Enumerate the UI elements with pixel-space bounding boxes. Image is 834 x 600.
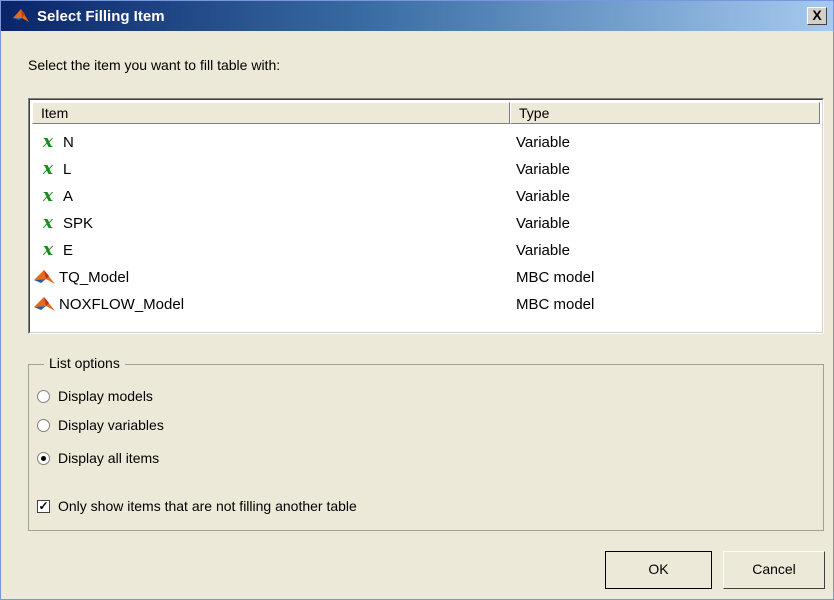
radio-label: Display variables	[58, 417, 164, 433]
item-type: Variable	[516, 214, 570, 232]
item-type: Variable	[516, 160, 570, 178]
dialog-window: Select Filling Item X Select the item yo…	[0, 0, 834, 600]
item-type: MBC model	[516, 268, 595, 286]
only-unfilled-checkbox[interactable]: ✓ Only show items that are not filling a…	[37, 498, 357, 514]
item-name: NOXFLOW_Model	[59, 295, 185, 313]
item-name: SPK	[63, 214, 94, 232]
list-item[interactable]: xA Variable	[33, 183, 819, 209]
matlab-model-icon	[34, 270, 55, 284]
items-list[interactable]: Item Type xN Variable xL Variable xA Var…	[28, 98, 824, 334]
variable-icon: x	[42, 159, 54, 179]
radio-display-models[interactable]: Display models	[37, 388, 153, 404]
list-item[interactable]: x SPK Variable	[33, 210, 819, 236]
variable-icon: x	[42, 186, 54, 206]
title-bar[interactable]: Select Filling Item X	[1, 1, 833, 31]
variable-icon: x	[42, 132, 54, 152]
item-name: N	[63, 133, 74, 151]
list-item[interactable]: xE Variable	[33, 237, 819, 263]
item-name: TQ_Model	[59, 268, 130, 286]
radio-display-all-items[interactable]: Display all items	[37, 450, 159, 466]
item-name: E	[63, 241, 74, 259]
radio-button[interactable]	[37, 389, 50, 403]
radio-label: Display models	[58, 388, 153, 404]
item-type: MBC model	[516, 295, 595, 313]
radio-button-selected[interactable]	[37, 451, 50, 465]
variable-icon: x	[42, 240, 54, 260]
item-name: A	[63, 187, 74, 205]
radio-display-variables[interactable]: Display variables	[37, 417, 164, 433]
item-type: Variable	[516, 187, 570, 205]
list-item[interactable]: xN Variable	[33, 129, 819, 155]
matlab-logo-icon	[13, 9, 29, 22]
window-title: Select Filling Item	[37, 7, 165, 25]
column-header-type[interactable]: Type	[510, 102, 820, 124]
variable-icon: x	[42, 213, 54, 233]
item-type: Variable	[516, 241, 570, 259]
radio-label: Display all items	[58, 450, 160, 466]
item-name: L	[63, 160, 72, 178]
column-header-item[interactable]: Item	[32, 102, 510, 124]
list-options-title: List options	[44, 355, 125, 371]
radio-button[interactable]	[37, 418, 50, 432]
close-button[interactable]: X	[807, 7, 827, 25]
list-item[interactable]: TQ_Model MBC model	[33, 264, 819, 290]
checkbox-label: Only show items that are not filling ano…	[58, 498, 357, 514]
checkbox-checked[interactable]: ✓	[37, 499, 50, 513]
cancel-button[interactable]: Cancel	[723, 551, 825, 589]
item-type: Variable	[516, 133, 570, 151]
list-header: Item Type	[32, 102, 820, 124]
ok-button[interactable]: OK	[605, 551, 712, 589]
list-item[interactable]: xL Variable	[33, 156, 819, 182]
instruction-text: Select the item you want to fill table w…	[28, 57, 281, 73]
list-item[interactable]: NOXFLOW_Model MBC model	[33, 291, 819, 317]
matlab-model-icon	[34, 297, 55, 311]
